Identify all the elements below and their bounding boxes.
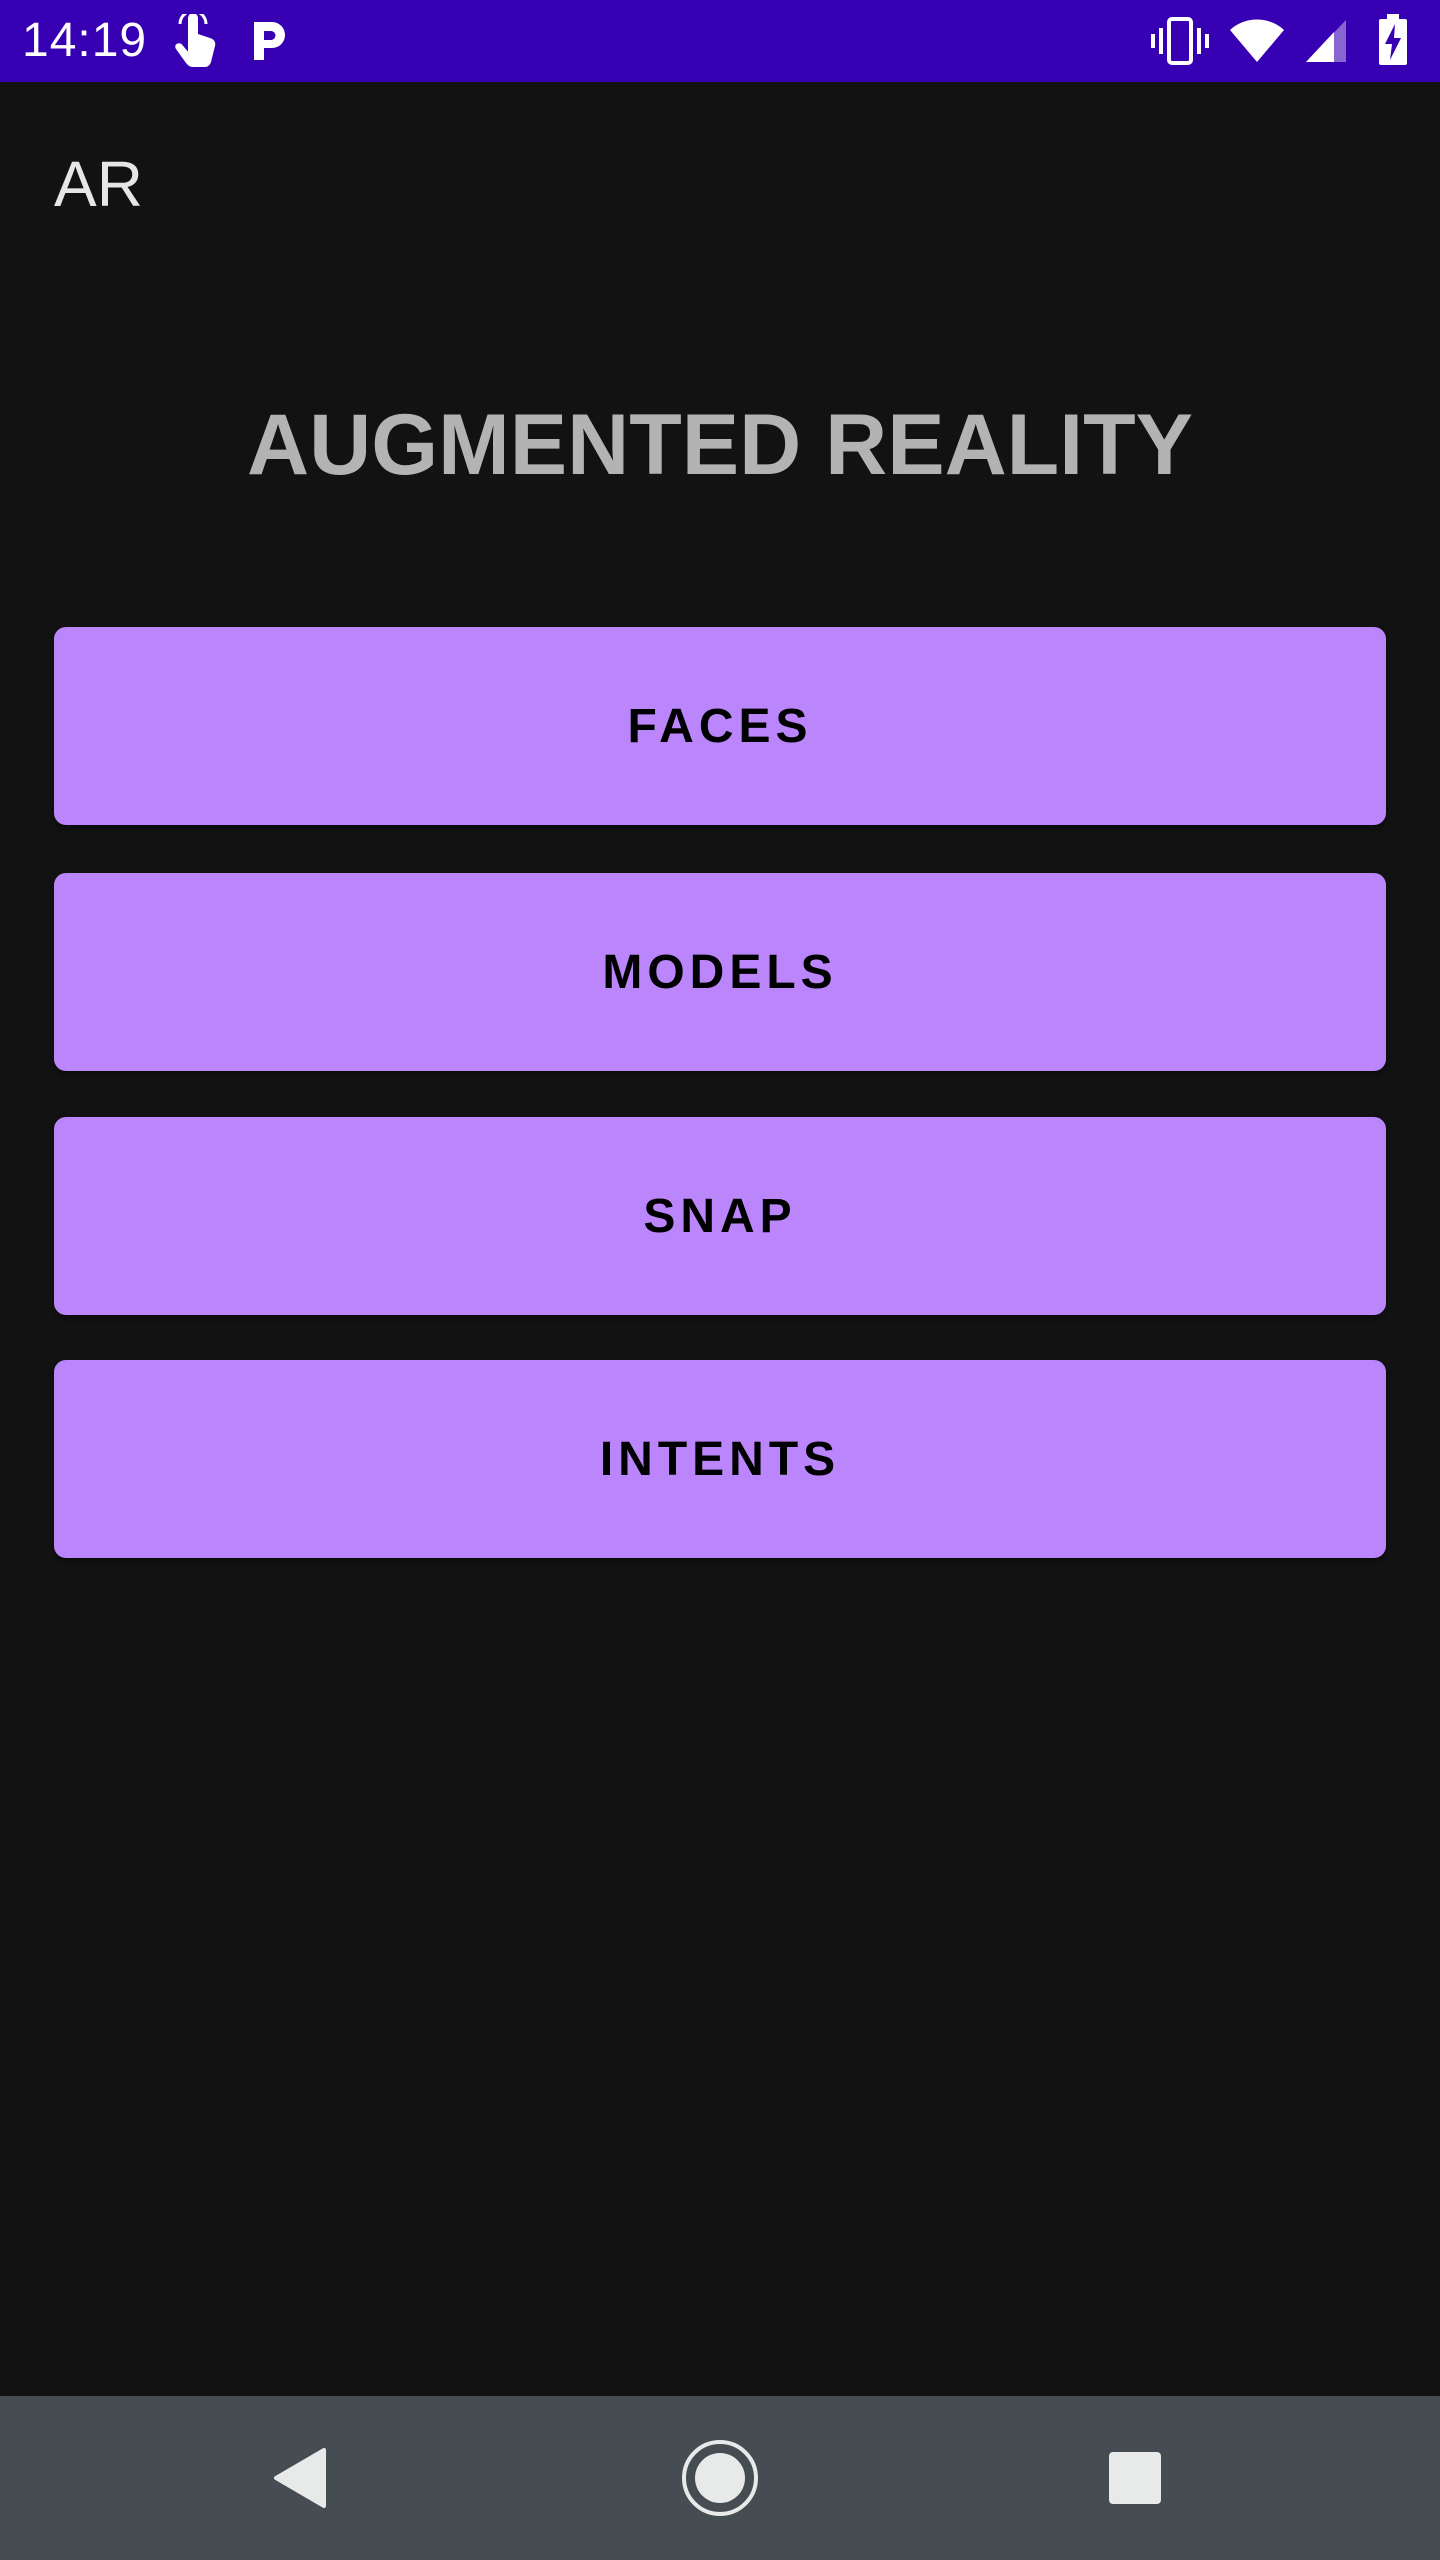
wifi-icon xyxy=(1230,19,1284,62)
app-title: AR xyxy=(54,148,143,220)
app-bar: AR xyxy=(0,82,1440,278)
status-time: 14:19 xyxy=(22,14,148,67)
back-icon xyxy=(274,2448,326,2508)
home-icon xyxy=(682,2440,758,2516)
parking-icon xyxy=(254,22,285,60)
models-button[interactable]: MODELS xyxy=(54,873,1386,1071)
page-headline: AUGMENTED REALITY xyxy=(247,397,1193,493)
back-button[interactable] xyxy=(220,2396,380,2560)
intents-button-label: INTENTS xyxy=(599,1432,841,1486)
status-bar: 14:19 xyxy=(0,0,1440,82)
faces-button[interactable]: FACES xyxy=(54,627,1386,825)
recents-button[interactable] xyxy=(1055,2396,1215,2560)
battery-charging-icon xyxy=(1379,14,1407,65)
intents-button[interactable]: INTENTS xyxy=(54,1360,1386,1558)
recents-icon xyxy=(1109,2452,1161,2504)
faces-button-label: FACES xyxy=(627,699,813,753)
snap-button-label: SNAP xyxy=(643,1189,797,1243)
models-button-label: MODELS xyxy=(602,945,838,999)
cell-signal-icon xyxy=(1306,20,1346,62)
home-button[interactable] xyxy=(640,2396,800,2560)
snap-button[interactable]: SNAP xyxy=(54,1117,1386,1315)
touch-icon xyxy=(175,14,216,67)
navigation-bar xyxy=(0,2396,1440,2560)
vibrate-icon xyxy=(1151,17,1209,65)
